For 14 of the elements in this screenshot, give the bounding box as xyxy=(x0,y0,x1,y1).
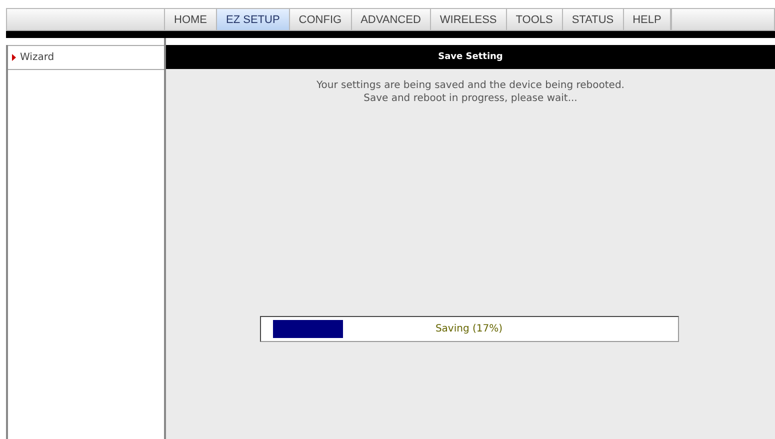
nav-tab[interactable]: ADVANCED xyxy=(352,8,431,31)
nav-tab[interactable]: CONFIG xyxy=(290,8,352,31)
panel-title: Save Setting xyxy=(166,45,775,69)
progress-label: Saving (17%) xyxy=(435,324,503,334)
nav-tab[interactable]: HELP xyxy=(624,8,672,31)
status-message: Your settings are being saved and the device being rebooted. Save and reboot in progress, please wait... xyxy=(316,79,624,105)
sidebar-label: Wizard xyxy=(20,52,54,63)
nav-tab[interactable]: STATUS xyxy=(562,8,624,31)
nav-tab[interactable]: WIRELESS xyxy=(430,8,507,31)
nav-tab[interactable]: TOOLS xyxy=(506,8,563,31)
nav-tab[interactable]: EZ SETUP xyxy=(217,8,290,31)
nav-tab[interactable]: HOME xyxy=(165,8,217,31)
triangle-icon xyxy=(12,54,16,61)
sidebar-item[interactable]: Wizard xyxy=(8,45,164,70)
